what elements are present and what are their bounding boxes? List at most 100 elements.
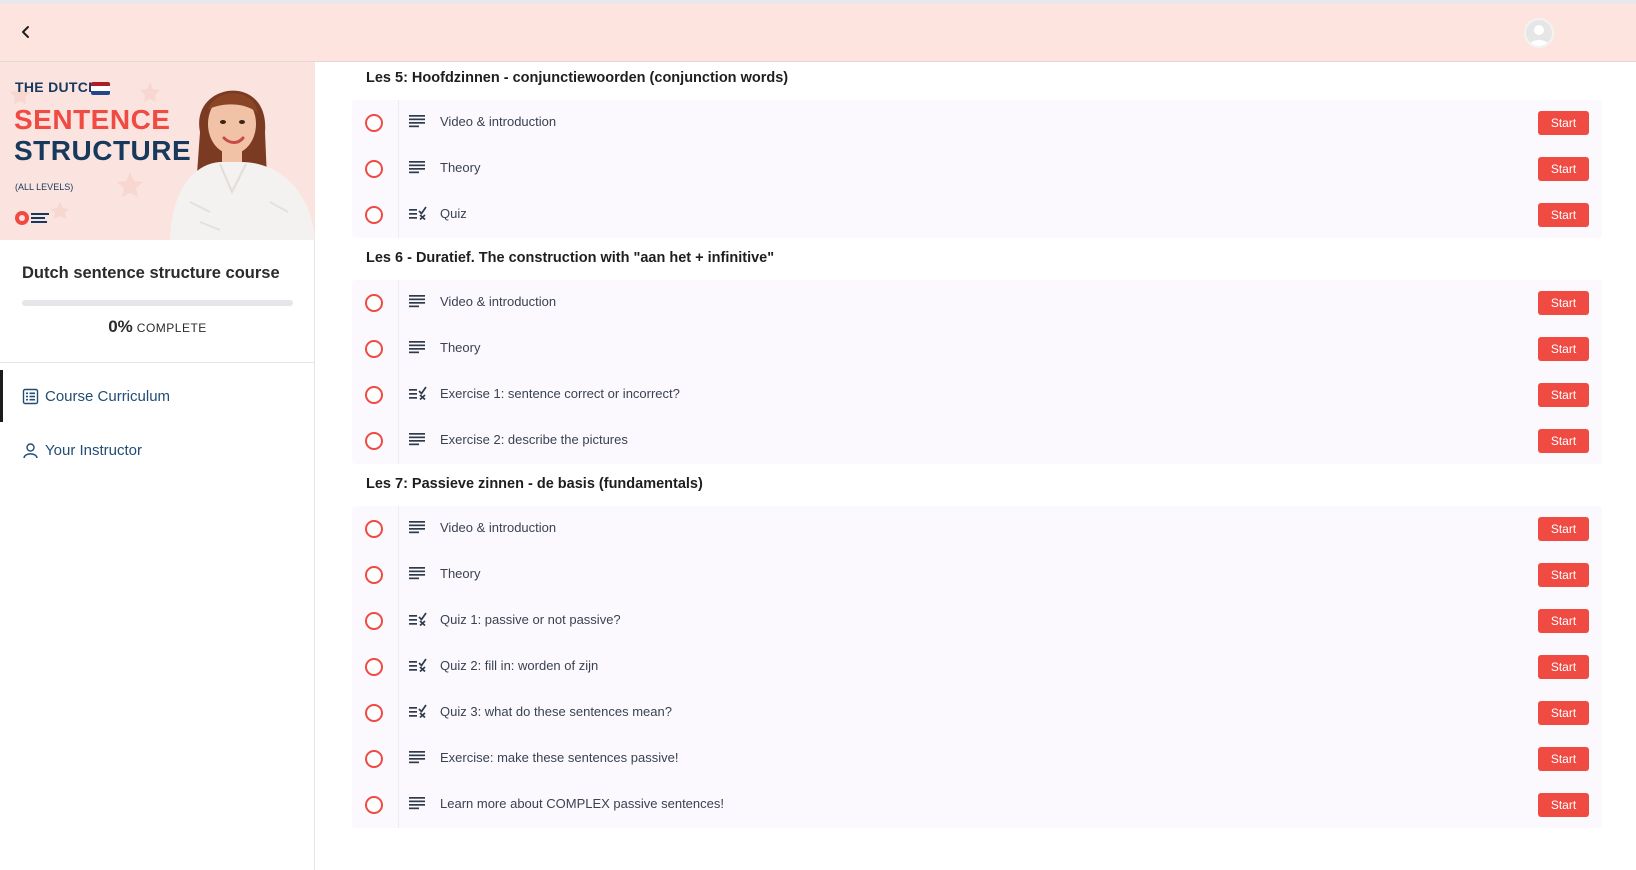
lesson-title[interactable]: Video & introduction: [440, 294, 556, 309]
nav-course-curriculum[interactable]: Course Curriculum: [0, 370, 315, 422]
lesson-title[interactable]: Learn more about COMPLEX passive sentenc…: [440, 796, 724, 811]
completion-circle-icon[interactable]: [365, 612, 383, 630]
completion-circle-icon[interactable]: [365, 566, 383, 584]
dutch-flag-icon: [91, 82, 110, 95]
row-separator: [398, 644, 399, 690]
text-lines-icon: [408, 114, 428, 130]
row-separator: [398, 100, 399, 146]
lesson-row[interactable]: Theory Start: [352, 552, 1602, 598]
start-button[interactable]: Start: [1538, 655, 1589, 679]
course-title: Dutch sentence structure course: [22, 264, 280, 282]
user-icon: [22, 442, 39, 459]
lesson-row[interactable]: Learn more about COMPLEX passive sentenc…: [352, 782, 1602, 828]
course-hero-image: THE DUTCH SENTENCE STRUCTURE (ALL LEVELS…: [0, 62, 315, 240]
start-button[interactable]: Start: [1538, 291, 1589, 315]
quiz-check-icon: [408, 386, 428, 402]
text-lines-icon: [408, 160, 428, 176]
brand-logo-icon: [15, 211, 49, 225]
flag-stripe-blue: [91, 90, 110, 95]
user-avatar-icon[interactable]: [1524, 18, 1554, 48]
lesson-row[interactable]: Quiz 2: fill in: worden of zijn Start: [352, 644, 1602, 690]
text-lines-icon: [408, 340, 428, 356]
start-button[interactable]: Start: [1538, 157, 1589, 181]
quiz-check-icon: [408, 704, 428, 720]
text-lines-icon: [408, 566, 428, 582]
progress-percent: 0%: [108, 317, 133, 336]
nav-label: Course Curriculum: [45, 387, 171, 405]
hero-title-line-1: SENTENCE: [14, 104, 171, 135]
lesson-row[interactable]: Exercise 1: sentence correct or incorrec…: [352, 372, 1602, 418]
start-button[interactable]: Start: [1538, 429, 1589, 453]
lesson-title[interactable]: Theory: [440, 340, 480, 355]
section-title: Les 7: Passieve zinnen - de basis (funda…: [366, 476, 703, 492]
lesson-row[interactable]: Quiz 1: passive or not passive? Start: [352, 598, 1602, 644]
lesson-title[interactable]: Exercise: make these sentences passive!: [440, 750, 678, 765]
curriculum-list: Les 5: Hoofdzinnen - conjunctiewoorden (…: [352, 62, 1602, 870]
text-lines-icon: [408, 796, 428, 812]
start-button[interactable]: Start: [1538, 337, 1589, 361]
row-separator: [398, 192, 399, 238]
lesson-row[interactable]: Theory Start: [352, 146, 1602, 192]
section-lessons: Video & introduction Start Theory Start Quiz…: [352, 100, 1602, 238]
completion-circle-icon[interactable]: [365, 432, 383, 450]
start-button[interactable]: Start: [1538, 111, 1589, 135]
start-button[interactable]: Start: [1538, 563, 1589, 587]
back-button[interactable]: [14, 20, 38, 44]
completion-circle-icon[interactable]: [365, 658, 383, 676]
lesson-row[interactable]: Theory Start: [352, 326, 1602, 372]
quiz-check-icon: [408, 612, 428, 628]
lesson-row[interactable]: Quiz 3: what do these sentences mean? Sta…: [352, 690, 1602, 736]
lesson-title[interactable]: Quiz 2: fill in: worden of zijn: [440, 658, 598, 673]
lesson-row[interactable]: Video & introduction Start: [352, 280, 1602, 326]
start-button[interactable]: Start: [1538, 203, 1589, 227]
nav-your-instructor[interactable]: Your Instructor: [0, 424, 315, 476]
text-lines-icon: [408, 520, 428, 536]
row-separator: [398, 782, 399, 828]
completion-circle-icon[interactable]: [365, 386, 383, 404]
lesson-title[interactable]: Exercise 1: sentence correct or incorrec…: [440, 386, 680, 401]
text-lines-icon: [408, 750, 428, 766]
start-button[interactable]: Start: [1538, 793, 1589, 817]
completion-circle-icon[interactable]: [365, 160, 383, 178]
hero-levels: (ALL LEVELS): [15, 182, 74, 192]
section-lessons: Video & introduction Start Theory Start Exer…: [352, 280, 1602, 464]
sidebar: THE DUTCH SENTENCE STRUCTURE (ALL LEVELS…: [0, 62, 315, 870]
lesson-title[interactable]: Quiz 1: passive or not passive?: [440, 612, 621, 627]
completion-circle-icon[interactable]: [365, 704, 383, 722]
completion-circle-icon[interactable]: [365, 520, 383, 538]
progress-word: COMPLETE: [136, 321, 207, 335]
lesson-title[interactable]: Quiz: [440, 206, 467, 221]
text-lines-icon: [408, 294, 428, 310]
completion-circle-icon[interactable]: [365, 750, 383, 768]
completion-circle-icon[interactable]: [365, 114, 383, 132]
lesson-title[interactable]: Exercise 2: describe the pictures: [440, 432, 628, 447]
start-button[interactable]: Start: [1538, 701, 1589, 725]
start-button[interactable]: Start: [1538, 517, 1589, 541]
row-separator: [398, 690, 399, 736]
completion-circle-icon[interactable]: [365, 796, 383, 814]
lesson-row[interactable]: Exercise: make these sentences passive! S…: [352, 736, 1602, 782]
start-button[interactable]: Start: [1538, 609, 1589, 633]
lesson-title[interactable]: Video & introduction: [440, 520, 556, 535]
lesson-title[interactable]: Video & introduction: [440, 114, 556, 129]
row-separator: [398, 146, 399, 192]
completion-circle-icon[interactable]: [365, 294, 383, 312]
section-lessons: Video & introduction Start Theory Start Quiz…: [352, 506, 1602, 828]
section-title: Les 5: Hoofdzinnen - conjunctiewoorden (…: [366, 70, 789, 86]
lesson-title[interactable]: Theory: [440, 566, 480, 581]
nav-label: Your Instructor: [45, 441, 142, 459]
instructor-photo: [170, 90, 315, 240]
completion-circle-icon[interactable]: [365, 206, 383, 224]
lesson-title[interactable]: Theory: [440, 160, 480, 175]
completion-circle-icon[interactable]: [365, 340, 383, 358]
lesson-row[interactable]: Exercise 2: describe the pictures Start: [352, 418, 1602, 464]
lesson-row[interactable]: Video & introduction Start: [352, 100, 1602, 146]
lesson-title[interactable]: Quiz 3: what do these sentences mean?: [440, 704, 672, 719]
quiz-check-icon: [408, 658, 428, 674]
hero-eyebrow: THE DUTCH: [15, 79, 99, 95]
start-button[interactable]: Start: [1538, 747, 1589, 771]
lesson-row[interactable]: Video & introduction Start: [352, 506, 1602, 552]
start-button[interactable]: Start: [1538, 383, 1589, 407]
lesson-row[interactable]: Quiz Start: [352, 192, 1602, 238]
row-separator: [398, 280, 399, 326]
